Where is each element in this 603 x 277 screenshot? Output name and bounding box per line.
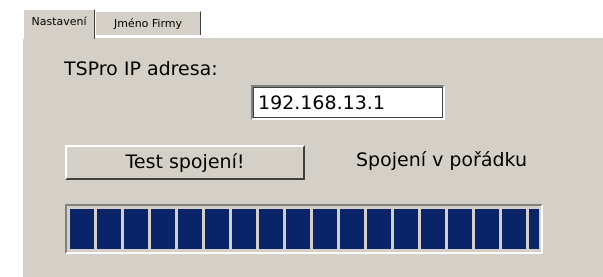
tab-nastaveni[interactable]: Nastavení [23,9,95,39]
progress-block [340,209,364,249]
progress-block [70,209,94,249]
tab-jmeno-firmy[interactable]: Jméno Firmy [95,11,201,35]
progress-block [367,209,391,249]
ip-address-label: TSPro IP adresa: [64,58,218,80]
progress-block [205,209,229,249]
progress-track [70,209,539,249]
progress-block [97,209,121,249]
progress-block [448,209,472,249]
test-connection-button[interactable]: Test spojení! [65,145,305,180]
progress-block [394,209,418,249]
progress-block [259,209,283,249]
progress-block [421,209,445,249]
progress-block [151,209,175,249]
progress-block [313,209,337,249]
progress-block [529,209,539,249]
progress-block [178,209,202,249]
progress-block [475,209,499,249]
progress-block [232,209,256,249]
ip-address-input[interactable] [251,85,445,120]
connection-status-text: Spojení v pořádku [356,149,528,171]
progress-block [124,209,148,249]
progress-block [286,209,310,249]
connection-progress-bar [65,204,543,254]
progress-block [502,209,526,249]
progress-fill [70,209,539,249]
